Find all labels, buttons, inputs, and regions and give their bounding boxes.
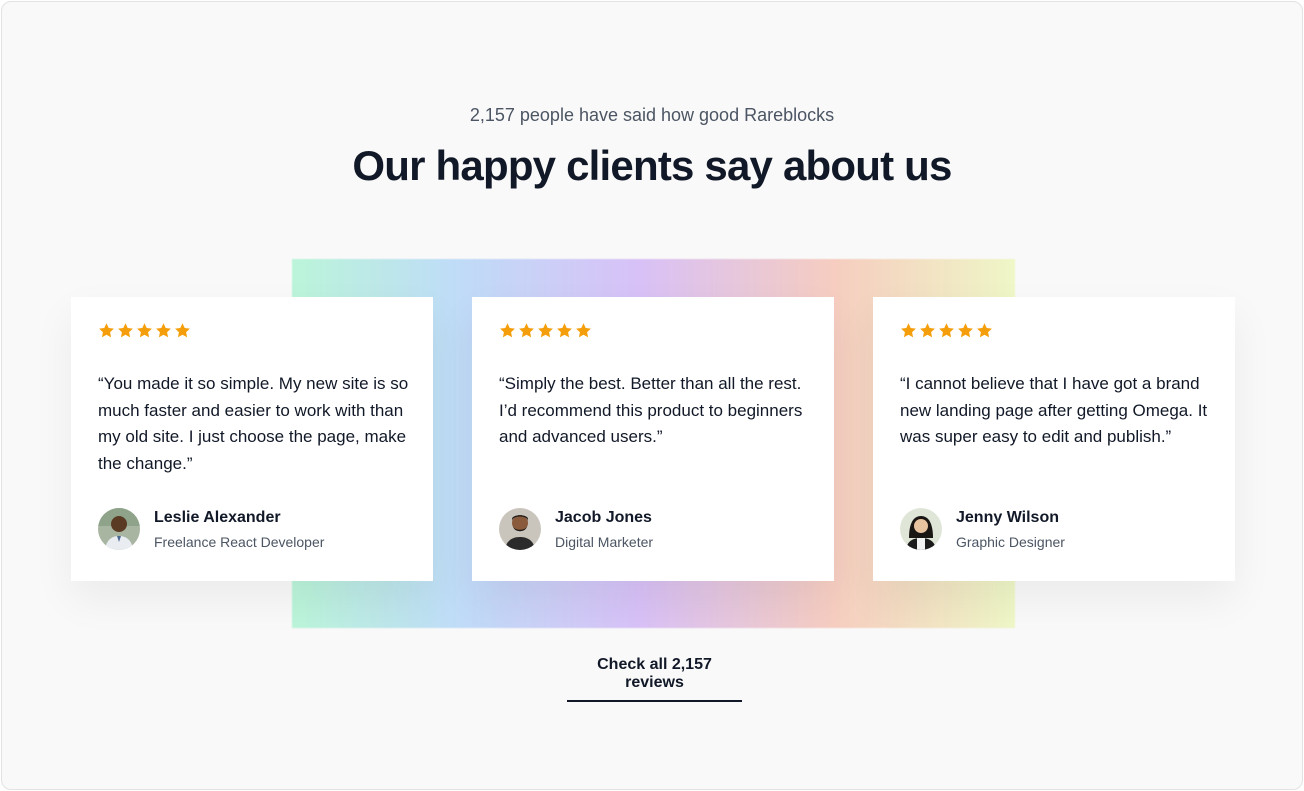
- star-icon: [175, 323, 190, 338]
- testimonial-quote: “Simply the best. Better than all the re…: [499, 374, 803, 447]
- star-icon: [576, 323, 591, 338]
- star-icon: [500, 323, 515, 338]
- star-icon: [920, 323, 935, 338]
- star-icon: [538, 323, 553, 338]
- avatar: [900, 508, 942, 550]
- testimonial-card: “I cannot believe that I have got a bran…: [873, 297, 1235, 581]
- testimonials-section: 2,157 people have said how good Rarebloc…: [1, 1, 1303, 790]
- author-name: Jacob Jones: [555, 508, 652, 526]
- testimonial-author: Jacob Jones Digital Marketer: [499, 508, 653, 550]
- author-role: Graphic Designer: [956, 533, 1065, 550]
- star-icon: [99, 323, 114, 338]
- section-title: Our happy clients say about us: [352, 142, 952, 189]
- testimonial-quote: “I cannot believe that I have got a bran…: [900, 374, 1208, 447]
- testimonial-card: “You made it so simple. My new site is s…: [71, 297, 433, 581]
- testimonial-author: Leslie Alexander Freelance React Develop…: [98, 508, 324, 550]
- avatar: [499, 508, 541, 550]
- star-icon: [977, 323, 992, 338]
- check-all-reviews-link[interactable]: Check all 2,157 reviews: [567, 656, 742, 702]
- author-name: Jenny Wilson: [956, 508, 1059, 526]
- star-icon: [118, 323, 133, 338]
- star-icon: [519, 323, 534, 338]
- section-subtitle: 2,157 people have said how good Rarebloc…: [469, 105, 835, 125]
- star-icon: [958, 323, 973, 338]
- star-icon: [557, 323, 572, 338]
- author-role: Digital Marketer: [555, 533, 654, 550]
- star-rating: [98, 322, 191, 339]
- star-icon: [156, 323, 171, 338]
- avatar: [98, 508, 140, 550]
- star-icon: [137, 323, 152, 338]
- testimonial-card: “Simply the best. Better than all the re…: [472, 297, 834, 581]
- author-role: Freelance React Developer: [154, 533, 325, 550]
- testimonial-author: Jenny Wilson Graphic Designer: [900, 508, 1065, 550]
- star-icon: [939, 323, 954, 338]
- star-rating: [900, 322, 993, 339]
- star-icon: [901, 323, 916, 338]
- author-name: Leslie Alexander: [154, 508, 281, 526]
- testimonial-quote: “You made it so simple. My new site is s…: [98, 374, 409, 473]
- star-rating: [499, 322, 592, 339]
